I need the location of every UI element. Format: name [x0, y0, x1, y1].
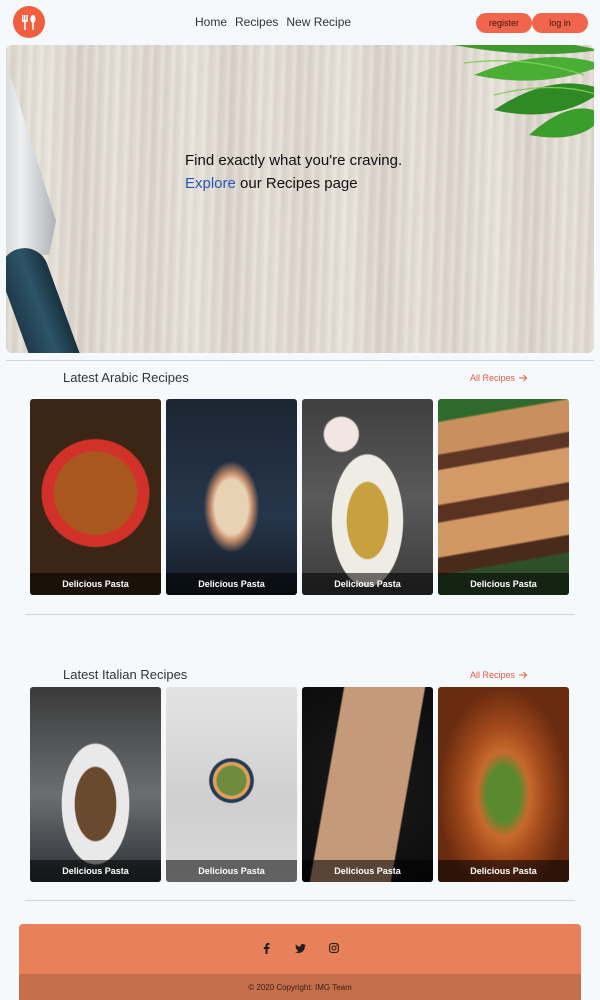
divider: [6, 360, 594, 361]
recipe-card[interactable]: Delicious Pasta: [30, 399, 161, 595]
explore-link[interactable]: Explore: [185, 175, 236, 192]
all-recipes-label: All Recipes: [470, 373, 516, 383]
hero-banner: Find exactly what you're craving. Explor…: [6, 45, 594, 353]
cutlery-icon[interactable]: [13, 6, 45, 38]
twitter-icon[interactable]: [294, 942, 306, 954]
arabic-all-recipes-link[interactable]: All Recipes: [470, 373, 528, 383]
card-caption: Delicious Pasta: [302, 573, 433, 595]
instagram-icon[interactable]: [328, 942, 340, 954]
card-caption: Delicious Pasta: [302, 860, 433, 882]
hero-headline: Find exactly what you're craving.: [185, 152, 403, 169]
card-caption: Delicious Pasta: [30, 860, 161, 882]
arrow-right-icon: [519, 671, 528, 679]
recipe-card[interactable]: Delicious Pasta: [302, 399, 433, 595]
herb-leaves-image: [454, 45, 594, 138]
social-links: [19, 942, 581, 954]
knife-handle-image: [6, 241, 91, 353]
hero-text: Find exactly what you're craving. Explor…: [185, 149, 402, 195]
card-caption: Delicious Pasta: [166, 573, 297, 595]
hero-subline: our Recipes page: [235, 175, 358, 192]
recipe-card[interactable]: Delicious Pasta: [438, 687, 569, 882]
nav-home-link[interactable]: Home: [195, 15, 227, 29]
card-caption: Delicious Pasta: [30, 573, 161, 595]
register-button[interactable]: register: [476, 13, 532, 33]
navbar: Home Recipes New Recipe register log in: [0, 0, 600, 44]
card-caption: Delicious Pasta: [166, 860, 297, 882]
nav-new-recipe-link[interactable]: New Recipe: [286, 15, 351, 29]
divider: [25, 614, 575, 615]
footer: © 2020 Copyright: IMG Team: [19, 924, 581, 1000]
italian-recipe-cards: Delicious Pasta Delicious Pasta Deliciou…: [30, 687, 571, 882]
card-caption: Delicious Pasta: [438, 573, 569, 595]
card-caption: Delicious Pasta: [438, 860, 569, 882]
copyright-text: © 2020 Copyright: IMG Team: [19, 974, 581, 1000]
arrow-right-icon: [519, 374, 528, 382]
knife-blade-image: [6, 65, 56, 255]
recipe-card[interactable]: Delicious Pasta: [302, 687, 433, 882]
italian-section-title: Latest Italian Recipes: [63, 667, 188, 682]
recipe-card[interactable]: Delicious Pasta: [30, 687, 161, 882]
recipe-card[interactable]: Delicious Pasta: [438, 399, 569, 595]
recipe-card[interactable]: Delicious Pasta: [166, 399, 297, 595]
nav-recipes-link[interactable]: Recipes: [235, 15, 278, 29]
divider: [25, 900, 575, 901]
all-recipes-label: All Recipes: [470, 670, 516, 680]
facebook-icon[interactable]: [260, 942, 272, 954]
arabic-recipe-cards: Delicious Pasta Delicious Pasta Deliciou…: [30, 399, 571, 595]
arabic-section-title: Latest Arabic Recipes: [63, 370, 189, 385]
italian-all-recipes-link[interactable]: All Recipes: [470, 670, 528, 680]
login-button[interactable]: log in: [532, 13, 588, 33]
recipe-card[interactable]: Delicious Pasta: [166, 687, 297, 882]
